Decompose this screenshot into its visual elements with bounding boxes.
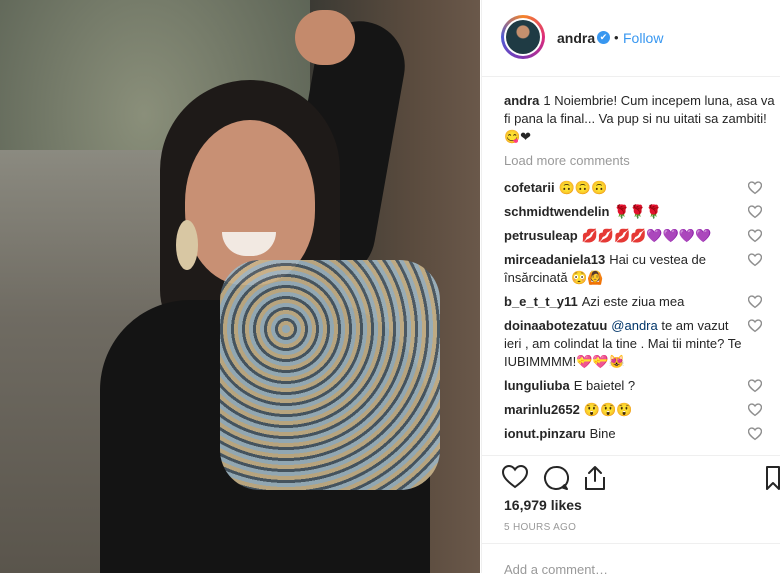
comment-username[interactable]: petrusuleap (504, 228, 578, 243)
comment-icon[interactable] (543, 465, 569, 491)
comment-row: cofetarii 🙃🙃🙃 (504, 179, 776, 197)
comment-like-heart-icon[interactable] (748, 319, 762, 333)
comment-text: 💋💋💋💋💜💜💜💜 (581, 228, 712, 243)
comment-row: mirceadaniela13 Hai cu vestea de însărcin… (504, 251, 776, 287)
add-comment-placeholder[interactable]: Add a comment… (504, 562, 608, 577)
comment-like-heart-icon[interactable] (748, 379, 762, 393)
follow-button[interactable]: Follow (623, 30, 663, 46)
comment-items: cofetarii 🙃🙃🙃 schmidtwendelin 🌹🌹🌹 petrusulea… (504, 179, 776, 443)
comment-row: petrusuleap 💋💋💋💋💜💜💜💜 (504, 227, 776, 245)
comment-username[interactable]: doinaabotezatuu (504, 318, 607, 333)
comment-text: E baietel ? (573, 378, 636, 393)
avatar-picture (506, 20, 540, 54)
verified-badge-icon: ✔ (597, 31, 610, 44)
avatar[interactable] (501, 15, 545, 59)
comment-row: ionut.pinzaru Bine (504, 425, 776, 443)
post-side-panel: andra ✔ • Follow andra 1 Noiembrie! Cum i… (481, 0, 780, 577)
separator-dot: • (614, 30, 619, 45)
load-more-comments-button[interactable]: Load more comments (504, 152, 776, 170)
comment-text: 🌹🌹🌹 (613, 204, 663, 219)
comment-like-heart-icon[interactable] (748, 205, 762, 219)
comment-username[interactable]: lunguliuba (504, 378, 570, 393)
comment-row: b_e_t_t_y11 Azi este ziua mea (504, 293, 776, 311)
comment-text: Bine (589, 426, 616, 441)
add-comment-field[interactable]: Add a comment… (482, 543, 780, 577)
comment-text: 🙃🙃🙃 (558, 180, 608, 195)
comment-mention[interactable]: @andra (611, 318, 657, 333)
heart-icon[interactable] (502, 465, 528, 489)
header-username[interactable]: andra (557, 30, 595, 46)
likes-count[interactable]: 16,979 likes (504, 497, 582, 513)
comment-row: lunguliuba E baietel ? (504, 377, 776, 395)
action-bar (482, 455, 780, 494)
caption-username[interactable]: andra (504, 93, 539, 108)
photo-earring (176, 220, 198, 270)
comment-like-heart-icon[interactable] (748, 253, 762, 267)
comment-text: 😲😲😲 (583, 402, 633, 417)
bookmark-icon[interactable] (765, 465, 780, 491)
comment-like-heart-icon[interactable] (748, 229, 762, 243)
comment-username[interactable]: ionut.pinzaru (504, 426, 586, 441)
comment-like-heart-icon[interactable] (748, 181, 762, 195)
comment-text: Azi este ziua mea (581, 294, 685, 309)
comment-row: doinaabotezatuu @andra te am vazut ieri ,… (504, 317, 776, 371)
comment-like-heart-icon[interactable] (748, 295, 762, 309)
comment-username[interactable]: cofetarii (504, 180, 555, 195)
comment-like-heart-icon[interactable] (748, 427, 762, 441)
comment-username[interactable]: b_e_t_t_y11 (504, 294, 578, 309)
share-icon[interactable] (583, 465, 607, 491)
photo-sequin-jacket (220, 260, 440, 490)
post-header: andra ✔ • Follow (482, 0, 780, 77)
post-photo[interactable] (0, 0, 480, 573)
comment-row: marinlu2652 😲😲😲 (504, 401, 776, 419)
caption-text: 1 Noiembrie! Cum incepem luna, asa va fi… (504, 93, 775, 144)
post-timestamp[interactable]: 5 HOURS AGO (504, 522, 576, 533)
post-caption: andra 1 Noiembrie! Cum incepem luna, asa … (504, 92, 776, 146)
comment-like-heart-icon[interactable] (748, 403, 762, 417)
comment-row: schmidtwendelin 🌹🌹🌹 (504, 203, 776, 221)
comment-username[interactable]: mirceadaniela13 (504, 252, 605, 267)
comment-username[interactable]: schmidtwendelin (504, 204, 609, 219)
comment-username[interactable]: marinlu2652 (504, 402, 580, 417)
comments-list[interactable]: andra 1 Noiembrie! Cum incepem luna, asa … (504, 92, 776, 454)
photo-hand (295, 10, 355, 65)
